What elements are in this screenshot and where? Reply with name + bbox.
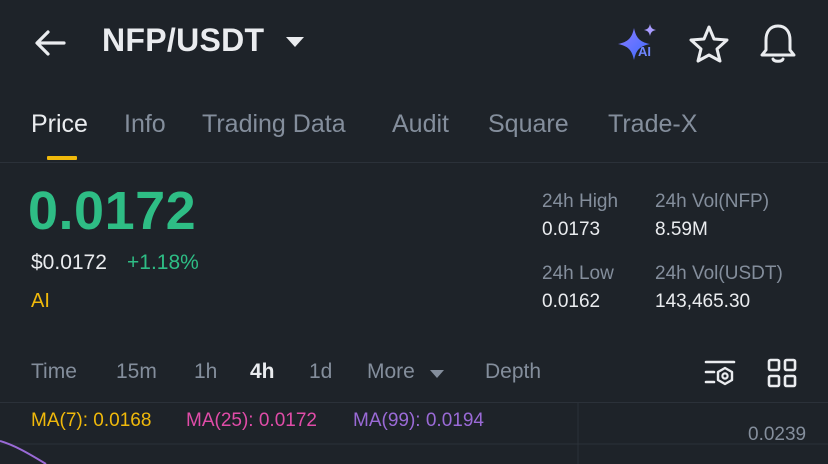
interval-4h[interactable]: 4h	[250, 360, 275, 384]
caret-down-icon[interactable]	[286, 37, 304, 47]
tab-price[interactable]: Price	[31, 110, 88, 139]
more-caret-icon[interactable]	[430, 370, 444, 378]
high-value: 0.0173	[542, 219, 601, 240]
tab-square[interactable]: Square	[488, 110, 569, 139]
price-change-percent: +1.18%	[127, 251, 199, 274]
bell-icon[interactable]	[758, 22, 798, 64]
vol-quote-label: 24h Vol(USDT)	[655, 263, 783, 284]
high-label: 24h High	[542, 191, 619, 212]
vol-quote-value: 143,465.30	[655, 291, 751, 312]
ai-link[interactable]: AI	[31, 290, 50, 313]
ma25-value: MA(25): 0.0172	[186, 410, 317, 431]
ma7-value: MA(7): 0.0168	[31, 410, 152, 431]
interval-1d[interactable]: 1d	[309, 360, 332, 384]
vol-base-label: 24h Vol(NFP)	[655, 191, 770, 212]
tab-trade-x[interactable]: Trade-X	[608, 110, 697, 139]
tab-info[interactable]: Info	[124, 110, 166, 139]
usd-price: $0.0172	[31, 251, 107, 274]
layout-grid-icon[interactable]	[767, 358, 797, 388]
back-arrow-icon[interactable]	[30, 26, 70, 60]
chart-settings-icon[interactable]	[704, 358, 736, 388]
interval-more[interactable]: More	[367, 360, 415, 384]
ma99-value: MA(99): 0.0194	[353, 410, 484, 431]
interval-15m[interactable]: 15m	[116, 360, 157, 384]
ai-badge: AI	[638, 44, 651, 59]
tab-trading-data[interactable]: Trading Data	[202, 110, 346, 139]
price-axis-label: 0.0239	[748, 424, 807, 445]
vol-base-value: 8.59M	[655, 219, 708, 240]
interval-depth[interactable]: Depth	[485, 360, 541, 384]
pair-title[interactable]: NFP/USDT	[102, 22, 264, 59]
interval-1h[interactable]: 1h	[194, 360, 217, 384]
low-value: 0.0162	[542, 291, 601, 312]
ai-sparkle-icon[interactable]	[614, 22, 660, 66]
low-label: 24h Low	[542, 263, 614, 284]
last-price: 0.0172	[28, 181, 197, 241]
interval-time[interactable]: Time	[31, 360, 77, 384]
star-icon[interactable]	[688, 24, 730, 64]
tabs-divider	[0, 162, 828, 163]
active-tab-indicator	[47, 156, 77, 160]
tab-audit[interactable]: Audit	[392, 110, 449, 139]
